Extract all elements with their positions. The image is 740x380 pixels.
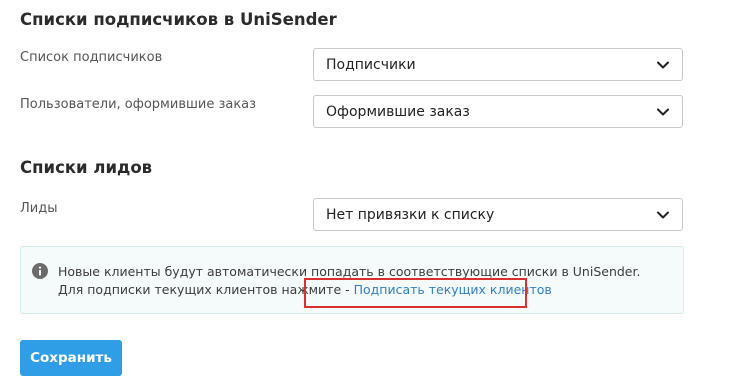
leads-label: Лиды <box>20 201 58 216</box>
ordered-users-select[interactable]: Оформившие заказ <box>313 95 683 128</box>
ordered-users-label: Пользователи, оформившие заказ <box>20 97 257 112</box>
subscribers-section-title: Списки подписчиков в UniSender <box>20 10 337 29</box>
chevron-down-icon <box>656 105 670 119</box>
info-box: Новые клиенты будут автоматически попада… <box>20 246 684 314</box>
chevron-down-icon <box>656 58 670 72</box>
subscribers-list-select-value: Подписчики <box>326 56 416 73</box>
leads-select[interactable]: Нет привязки к списку <box>313 198 683 231</box>
ordered-users-select-value: Оформившие заказ <box>326 103 470 120</box>
save-button[interactable]: Сохранить <box>20 340 122 376</box>
subscribe-current-clients-link[interactable]: Подписать текущих клиентов <box>354 282 552 297</box>
info-icon <box>32 263 48 279</box>
leads-section-title: Списки лидов <box>20 158 153 177</box>
subscribers-list-select[interactable]: Подписчики <box>313 48 683 81</box>
chevron-down-icon <box>656 208 670 222</box>
info-message: Новые клиенты будут автоматически попада… <box>58 263 668 299</box>
leads-select-value: Нет привязки к списку <box>326 206 495 223</box>
subscribers-list-label: Список подписчиков <box>20 50 163 65</box>
info-text: Новые клиенты будут автоматически попада… <box>58 264 641 297</box>
